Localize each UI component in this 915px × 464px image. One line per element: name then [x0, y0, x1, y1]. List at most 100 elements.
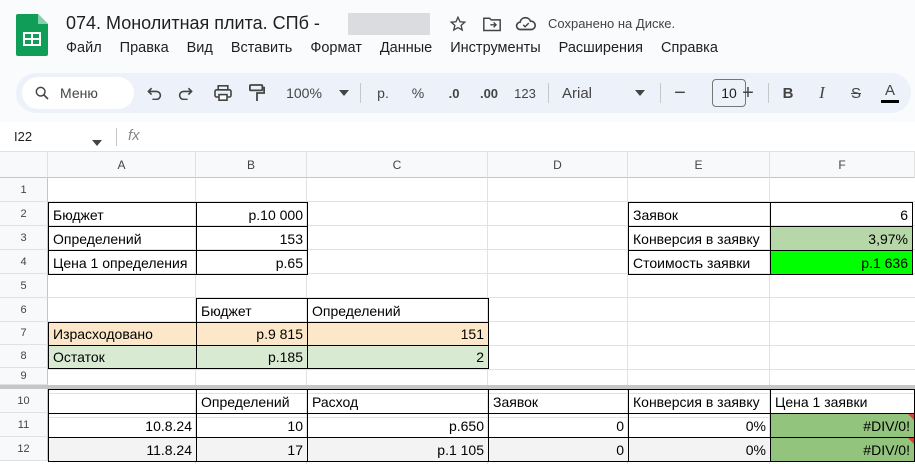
column-header-c[interactable]: C [307, 152, 488, 178]
row-header-7[interactable]: 7 [0, 322, 48, 345]
menu-file[interactable]: Файл [66, 40, 102, 56]
cell-b4[interactable]: р.65 [196, 250, 308, 275]
formula-input[interactable] [150, 126, 910, 148]
row-header-1[interactable]: 1 [0, 178, 48, 202]
cell-e11[interactable]: 0% [628, 413, 771, 438]
cell-c10[interactable]: Расход [307, 389, 489, 414]
cell-a3[interactable]: Определений [48, 226, 197, 251]
toolbar-divider [360, 83, 361, 103]
row-header-4[interactable]: 4 [0, 250, 48, 274]
row-header-10[interactable]: 10 [0, 389, 48, 413]
cell-c6[interactable]: Определений [307, 298, 489, 323]
menu-search[interactable]: Меню [22, 77, 134, 109]
cell-a8[interactable]: Остаток [48, 345, 197, 369]
sheets-logo-icon[interactable] [14, 12, 50, 58]
move-folder-icon[interactable] [480, 12, 504, 36]
cell-b2[interactable]: р.10 000 [196, 202, 308, 227]
row-header-5[interactable]: 5 [0, 274, 48, 298]
undo-icon[interactable] [142, 73, 166, 113]
column-header-f[interactable]: F [770, 152, 915, 178]
row-header-12[interactable]: 12 [0, 437, 48, 461]
menu-format[interactable]: Формат [310, 40, 362, 56]
cell-e3[interactable]: Конверсия в заявку [628, 226, 771, 251]
menu-data[interactable]: Данные [380, 40, 432, 56]
name-box[interactable]: I22 [14, 129, 32, 144]
italic-button[interactable]: I [810, 73, 834, 113]
cell-c11[interactable]: р.650 [307, 413, 489, 438]
column-header-d[interactable]: D [488, 152, 628, 178]
cell-c12[interactable]: р.1 105 [307, 437, 489, 462]
row-header-3[interactable]: 3 [0, 226, 48, 250]
redo-icon[interactable] [174, 73, 198, 113]
menu-tools[interactable]: Инструменты [450, 40, 540, 56]
menu-insert[interactable]: Вставить [231, 40, 292, 56]
print-icon[interactable] [210, 73, 236, 113]
menu-extensions[interactable]: Расширения [559, 40, 643, 56]
row-header-9[interactable]: 9 [0, 368, 48, 385]
app-header: 074. Монолитная плита. СПб - Сохранено н… [0, 0, 915, 72]
zoom-select[interactable]: 100% [280, 73, 328, 113]
menu-edit[interactable]: Правка [120, 40, 169, 56]
select-all-corner[interactable] [0, 152, 48, 178]
column-header-a[interactable]: A [48, 152, 196, 178]
row-header-6[interactable]: 6 [0, 298, 48, 322]
error-indicator-icon [908, 438, 914, 444]
cell-a10[interactable] [48, 389, 197, 414]
cell-a12[interactable]: 11.8.24 [48, 437, 197, 462]
increase-font-size-button[interactable]: + [736, 73, 760, 113]
cell-e10[interactable]: Конверсия в заявку [628, 389, 771, 414]
cell-f11[interactable]: #DIV/0! [770, 413, 915, 438]
decrease-font-size-button[interactable]: − [668, 73, 692, 113]
cloud-saved-icon[interactable] [514, 12, 538, 36]
cell-d12[interactable]: 0 [488, 437, 629, 462]
cell-f12[interactable]: #DIV/0! [770, 437, 915, 462]
cell-f3[interactable]: 3,97% [770, 226, 913, 251]
cell-f10[interactable]: Цена 1 заявки [770, 389, 915, 414]
decrease-decimal-button[interactable]: .0 [440, 73, 468, 113]
cell-f4[interactable]: р.1 636 [770, 250, 913, 275]
menu-view[interactable]: Вид [187, 40, 213, 56]
cell-e12[interactable]: 0% [628, 437, 771, 462]
more-formats-button[interactable]: 123 [510, 73, 540, 113]
cell-e4[interactable]: Стоимость заявки [628, 250, 771, 275]
cell-b12[interactable]: 17 [196, 437, 308, 462]
font-dropdown-icon[interactable] [630, 73, 650, 113]
cell-b6[interactable]: Бюджет [196, 298, 308, 323]
cell-d11[interactable]: 0 [488, 413, 629, 438]
cell-b3[interactable]: 153 [196, 226, 308, 251]
row-header-11[interactable]: 11 [0, 413, 48, 437]
star-icon[interactable] [446, 12, 470, 36]
percent-format-button[interactable]: % [406, 73, 430, 113]
cell-e2[interactable]: Заявок [628, 202, 771, 227]
cell-b10[interactable]: Определений [196, 389, 308, 414]
column-header-b[interactable]: B [196, 152, 307, 178]
row-header-2[interactable]: 2 [0, 202, 48, 226]
cell-b8[interactable]: р.185 [196, 345, 308, 369]
paint-format-icon[interactable] [244, 73, 270, 113]
strikethrough-button[interactable]: S [844, 73, 868, 113]
cell-a11[interactable]: 10.8.24 [48, 413, 197, 438]
currency-format-button[interactable]: р. [370, 73, 396, 113]
bold-button[interactable]: B [776, 73, 800, 113]
cell-c7[interactable]: 151 [307, 322, 489, 346]
column-header-e[interactable]: E [628, 152, 770, 178]
decrease-font-size-label: − [674, 81, 686, 104]
cell-b7[interactable]: р.9 815 [196, 322, 308, 346]
name-box-dropdown-icon[interactable] [92, 133, 102, 151]
text-color-button[interactable]: A [878, 73, 902, 113]
toolbar: Меню 100% р. % .0 .00 123 Arial − 10 + B… [16, 73, 911, 113]
currency-format-label: р. [377, 85, 389, 101]
row-header-8[interactable]: 8 [0, 345, 48, 368]
increase-decimal-button[interactable]: .00 [474, 73, 504, 113]
menu-help[interactable]: Справка [661, 40, 718, 56]
cell-a2[interactable]: Бюджет [48, 202, 197, 227]
cell-b11[interactable]: 10 [196, 413, 308, 438]
zoom-dropdown-icon[interactable] [334, 73, 354, 113]
cell-c8[interactable]: 2 [307, 345, 489, 369]
cell-f12-value: #DIV/0! [863, 441, 910, 458]
cell-a7[interactable]: Израсходовано [48, 322, 197, 346]
cell-a4[interactable]: Цена 1 определения [48, 250, 197, 275]
doc-title[interactable]: 074. Монолитная плита. СПб - [66, 13, 320, 34]
cell-f2[interactable]: 6 [770, 202, 913, 227]
cell-d10[interactable]: Заявок [488, 389, 629, 414]
